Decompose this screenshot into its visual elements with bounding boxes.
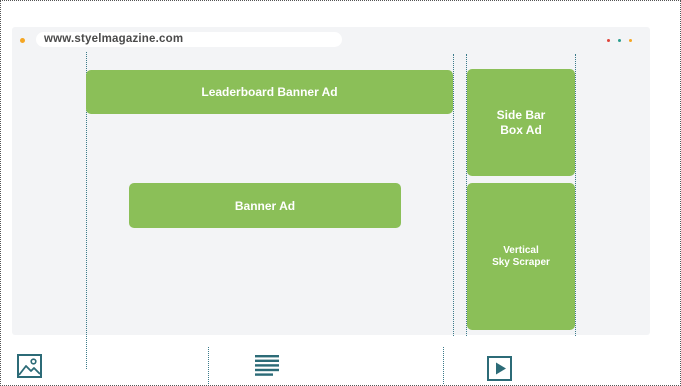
text-lines-icon[interactable] [254,354,280,379]
window-dot-orange[interactable] [629,39,632,42]
window-dot-teal[interactable] [618,39,621,42]
guide-line-footer-1 [208,347,209,384]
banner-ad[interactable]: Banner Ad [129,183,401,228]
leaderboard-banner-ad[interactable]: Leaderboard Banner Ad [86,70,453,114]
guide-line-sidebar-right [575,54,576,336]
sidebar-box-ad[interactable]: Side Bar Box Ad [467,69,575,176]
address-bar-url: www.styelmagazine.com [44,33,184,45]
guide-line-footer-2 [443,347,444,384]
status-dot [20,38,25,43]
video-play-icon[interactable] [487,356,513,382]
image-icon[interactable] [17,354,43,379]
guide-line-content-right [453,54,454,336]
vertical-sky-scraper-ad[interactable]: Vertical Sky Scraper [467,183,575,330]
window-dot-red[interactable] [607,39,610,42]
